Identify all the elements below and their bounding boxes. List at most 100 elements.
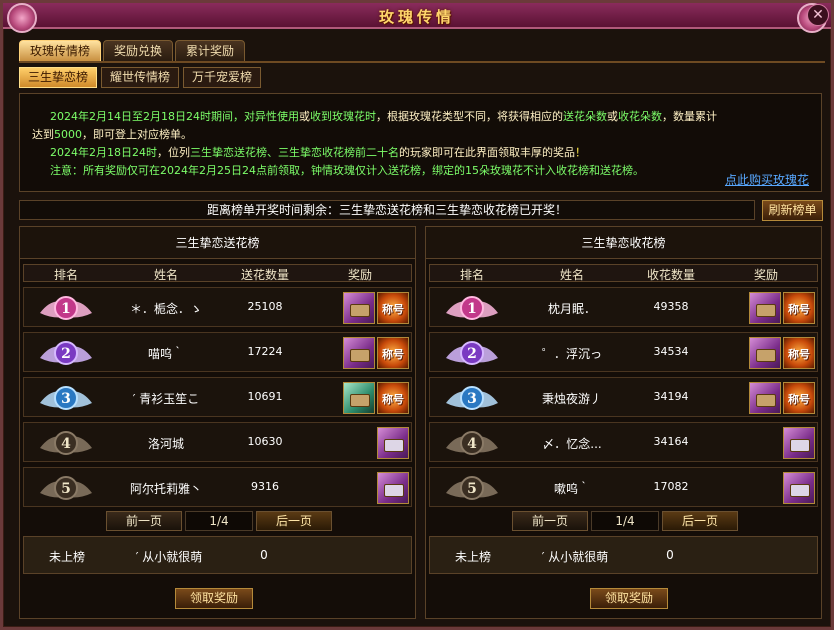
flower-count: 10691 — [247, 390, 283, 403]
flower-count: 17224 — [247, 345, 283, 358]
player-name: 枕月眠． — [547, 302, 597, 316]
title-reward-label: 称号 — [382, 348, 404, 361]
title-reward-icon[interactable]: 称号 — [377, 292, 409, 324]
column-headers: 排名 姓名 送花数量 奖励 — [23, 264, 412, 282]
player-name: 嗽呜｀ — [553, 482, 591, 496]
refresh-ranking-button[interactable]: 刷新榜单 — [762, 200, 823, 221]
treasure-chest-icon[interactable] — [377, 472, 409, 504]
tab-cumulative-reward[interactable]: 累计奖励 — [175, 40, 246, 62]
my-name: ′ 从小就很萌 — [541, 550, 609, 564]
prev-page-button[interactable]: 前一页 — [512, 511, 588, 531]
close-button[interactable]: ✕ — [807, 4, 829, 26]
rank-badge-icon: 3 — [38, 383, 94, 413]
tab-divider — [19, 61, 825, 63]
prev-page-button[interactable]: 前一页 — [106, 511, 182, 531]
treasure-chest-icon[interactable] — [749, 292, 781, 324]
main-tabs: 玫瑰传情榜 奖励兑换 累计奖励 — [19, 40, 246, 62]
title-reward-label: 称号 — [788, 348, 810, 361]
table-row: 5 阿尔托莉雅丶 9316 — [23, 467, 412, 507]
header-reward: 奖励 — [753, 268, 779, 282]
flower-count: 17082 — [653, 480, 689, 493]
table-row: 2 喵呜｀ 17224 称号 — [23, 332, 412, 372]
treasure-chest-icon[interactable] — [749, 382, 781, 414]
header-reward: 奖励 — [347, 268, 373, 282]
svg-text:2: 2 — [467, 346, 477, 362]
rank-badge-icon: 1 — [444, 293, 500, 323]
rank-badge-icon: 4 — [38, 428, 94, 458]
player-name: 阿尔托莉雅丶 — [129, 482, 203, 496]
table-row: 4 〆．忆念... 34164 — [429, 422, 818, 462]
my-name: ′ 从小就很萌 — [135, 550, 203, 564]
next-page-button[interactable]: 后一页 — [662, 511, 738, 531]
title-reward-icon[interactable]: 称号 — [783, 337, 815, 369]
my-rank-status: 未上榜 — [48, 550, 86, 564]
player-name: 〆．忆念... — [542, 437, 602, 451]
flower-count: 10630 — [247, 435, 283, 448]
tab-rose-ranking[interactable]: 玫瑰传情榜 — [19, 40, 102, 62]
countdown-text: 距离榜单开奖时间剩余：三生挚恋送花榜和三生挚恋收花榜已开奖！ — [19, 200, 755, 220]
treasure-chest-icon[interactable] — [343, 337, 375, 369]
header-count: 收花数量 — [646, 268, 696, 282]
claim-reward-button[interactable]: 领取奖励 — [590, 588, 668, 609]
table-row: 5 嗽呜｀ 17082 — [429, 467, 818, 507]
flower-count: 34164 — [653, 435, 689, 448]
title-reward-icon[interactable]: 称号 — [377, 337, 409, 369]
title-reward-icon[interactable]: 称号 — [783, 292, 815, 324]
my-count: 0 — [666, 548, 674, 562]
table-row: 1 ＊．栀念．ゝ 25108 称号 — [23, 287, 412, 327]
desc-line-4: 注意：所有奖励仅可在2024年2月25日24点前领取，钟情玫瑰仅计入送花榜，绑定… — [50, 164, 644, 177]
svg-text:5: 5 — [61, 481, 71, 497]
treasure-chest-icon[interactable] — [343, 382, 375, 414]
my-ranking-row: 未上榜 ′ 从小就很萌 0 — [429, 536, 818, 574]
player-name: ′ 青衫玉笙こ — [132, 392, 200, 406]
rose-event-window: 玫瑰传情 ✕ 玫瑰传情榜 奖励兑换 累计奖励 三生挚恋榜 耀世传情榜 万千宠爱榜… — [0, 0, 834, 630]
panel-title: 三生挚恋送花榜 — [20, 227, 415, 259]
subtab-yaoshi[interactable]: 耀世传情榜 — [101, 67, 180, 88]
title-reward-icon[interactable]: 称号 — [377, 382, 409, 414]
title-reward-label: 称号 — [382, 393, 404, 406]
treasure-chest-icon[interactable] — [377, 427, 409, 459]
treasure-chest-icon[interactable] — [783, 472, 815, 504]
my-rank-status: 未上榜 — [454, 550, 492, 564]
svg-text:3: 3 — [61, 391, 71, 407]
window-title: 玫瑰传情 — [378, 8, 455, 26]
ranking-rows: 1 枕月眠． 49358 称号 2 ゜．浮沉っ 34534 称号 3 秉烛夜游丿 34194 称号 4 〆… — [426, 287, 821, 507]
tab-reward-exchange[interactable]: 奖励兑换 — [103, 40, 174, 62]
flower-count: 49358 — [653, 300, 689, 313]
table-row: 3 秉烛夜游丿 34194 称号 — [429, 377, 818, 417]
treasure-chest-icon[interactable] — [749, 337, 781, 369]
flower-count: 25108 — [247, 300, 283, 313]
rank-badge-icon: 4 — [444, 428, 500, 458]
header-rank: 排名 — [53, 268, 79, 282]
player-name: 洛河城 — [147, 437, 185, 451]
next-page-button[interactable]: 后一页 — [256, 511, 332, 531]
my-count: 0 — [260, 548, 268, 562]
send-flower-ranking-panel: 三生挚恋送花榜 排名 姓名 送花数量 奖励 1 ＊．栀念．ゝ 25108 称号 2 喵呜｀… — [19, 226, 416, 619]
table-row: 3 ′ 青衫玉笙こ 10691 称号 — [23, 377, 412, 417]
player-name: ゜．浮沉っ — [541, 347, 603, 361]
treasure-chest-icon[interactable] — [783, 427, 815, 459]
table-row: 2 ゜．浮沉っ 34534 称号 — [429, 332, 818, 372]
receive-flower-ranking-panel: 三生挚恋收花榜 排名 姓名 收花数量 奖励 1 枕月眠． 49358 称号 2 ゜．浮沉っ… — [425, 226, 822, 619]
table-row: 1 枕月眠． 49358 称号 — [429, 287, 818, 327]
svg-text:4: 4 — [467, 436, 477, 452]
subtab-wanqian[interactable]: 万千宠爱榜 — [183, 67, 262, 88]
pager: 前一页 1/4 后一页 — [426, 511, 821, 531]
column-headers: 排名 姓名 收花数量 奖励 — [429, 264, 818, 282]
subtab-sansheng[interactable]: 三生挚恋榜 — [19, 67, 98, 88]
event-description: 2024年2月14日至2月18日24时期间，对异性使用或收到玫瑰花时，根据玫瑰花… — [19, 93, 822, 192]
svg-text:1: 1 — [467, 301, 477, 317]
flower-count: 9316 — [251, 480, 279, 493]
rank-badge-icon: 5 — [38, 473, 94, 503]
ranking-rows: 1 ＊．栀念．ゝ 25108 称号 2 喵呜｀ 17224 称号 3 ′ 青衫玉笙こ 10691 称号… — [20, 287, 415, 507]
buy-rose-link[interactable]: 点此购买玫瑰花 — [725, 171, 809, 189]
flower-count: 34534 — [653, 345, 689, 358]
panel-title: 三生挚恋收花榜 — [426, 227, 821, 259]
page-indicator: 1/4 — [185, 511, 253, 531]
svg-text:1: 1 — [61, 301, 71, 317]
desc-line-2: 达到5000，即可登上对应榜单。 — [32, 128, 192, 141]
treasure-chest-icon[interactable] — [343, 292, 375, 324]
claim-reward-button[interactable]: 领取奖励 — [175, 588, 253, 609]
table-row: 4 洛河城 10630 — [23, 422, 412, 462]
title-reward-icon[interactable]: 称号 — [783, 382, 815, 414]
